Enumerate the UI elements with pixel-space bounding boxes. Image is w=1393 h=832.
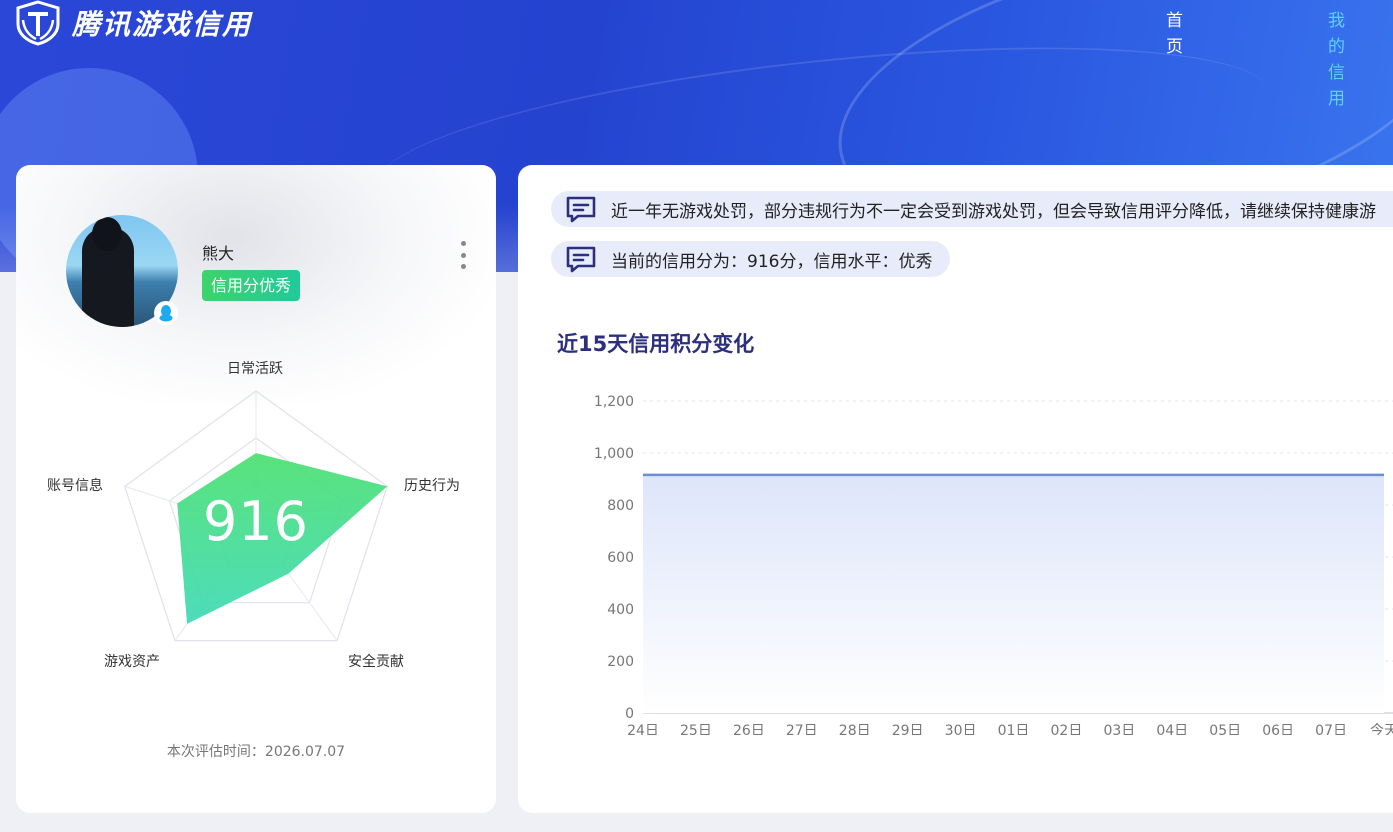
y-tick-label: 1,000 [594, 446, 634, 462]
x-tick-label: 03日 [1103, 723, 1135, 735]
x-tick-label: 06日 [1262, 723, 1294, 735]
notice-score: 当前的信用分为：916分，信用水平：优秀 [551, 241, 951, 277]
x-tick-label: 01日 [998, 723, 1030, 735]
username: 熊大 [202, 244, 235, 263]
radar-label-account: 账号信息 [47, 478, 103, 494]
series-area [643, 474, 1384, 713]
x-tick-label: 今天 [1370, 723, 1393, 735]
x-tick-label: 28日 [839, 723, 871, 735]
shield-logo-icon [16, 0, 60, 46]
notice-text: 当前的信用分为：916分，信用水平：优秀 [611, 251, 933, 272]
x-tick-label: 07日 [1315, 723, 1347, 735]
y-tick-label: 200 [607, 654, 634, 670]
credit-detail-card: 近一年无游戏处罚，部分违规行为不一定会受到游戏处罚，但会导致信用评分降低，请继续… [518, 165, 1393, 813]
credit-level-badge: 信用分优秀 [202, 270, 301, 301]
y-tick-label: 800 [607, 498, 634, 514]
credit-score: 916 [202, 490, 310, 553]
logo-text: 腾讯游戏信用 [72, 8, 253, 41]
x-tick-label: 24日 [627, 723, 659, 735]
message-icon [566, 196, 596, 223]
profile-card: 熊大 信用分优秀 日常活跃 历史行为 安全贡献 游戏资产 账号信息 916 本次… [16, 165, 496, 813]
x-tick-label: 05日 [1209, 723, 1241, 735]
x-tick-label: 27日 [786, 723, 818, 735]
notice-text: 近一年无游戏处罚，部分违规行为不一定会受到游戏处罚，但会导致信用评分降低，请继续… [611, 201, 1376, 222]
more-options-icon[interactable] [456, 241, 470, 269]
qq-penguin-icon [154, 301, 178, 325]
evaluation-time: 本次评估时间：2026.07.07 [166, 744, 346, 760]
y-tick-label: 400 [607, 602, 634, 618]
x-tick-label: 25日 [680, 723, 712, 735]
y-tick-label: 600 [607, 550, 634, 566]
radar-label-security: 安全贡献 [348, 654, 404, 670]
logo[interactable]: 腾讯游戏信用 [14, 0, 252, 46]
y-tick-label: 1,200 [594, 394, 634, 410]
radar-label-history: 历史行为 [404, 478, 460, 494]
x-tick-label: 02日 [1051, 723, 1083, 735]
nav-item-home[interactable]: 首页 [1146, 8, 1203, 57]
x-tick-label: 29日 [892, 723, 924, 735]
radar-label-daily: 日常活跃 [227, 361, 283, 377]
x-tick-label: 30日 [945, 723, 977, 735]
x-tick-label: 26日 [733, 723, 765, 735]
nav-item-my-credit[interactable]: 我的信用 [1308, 8, 1365, 109]
x-tick-label: 04日 [1156, 723, 1188, 735]
radar-label-assets: 游戏资产 [104, 654, 160, 670]
message-icon [566, 246, 596, 273]
credit-trend-chart: 0 200 400 600 800 1,000 1,200 24日 25日 26日 27日 28日 29… [594, 394, 1393, 735]
chart-title: 近15天信用积分变化 [557, 332, 755, 356]
notice-penalty: 近一年无游戏处罚，部分违规行为不一定会受到游戏处罚，但会导致信用评分降低，请继续… [551, 191, 1393, 227]
y-tick-label: 0 [625, 706, 634, 722]
